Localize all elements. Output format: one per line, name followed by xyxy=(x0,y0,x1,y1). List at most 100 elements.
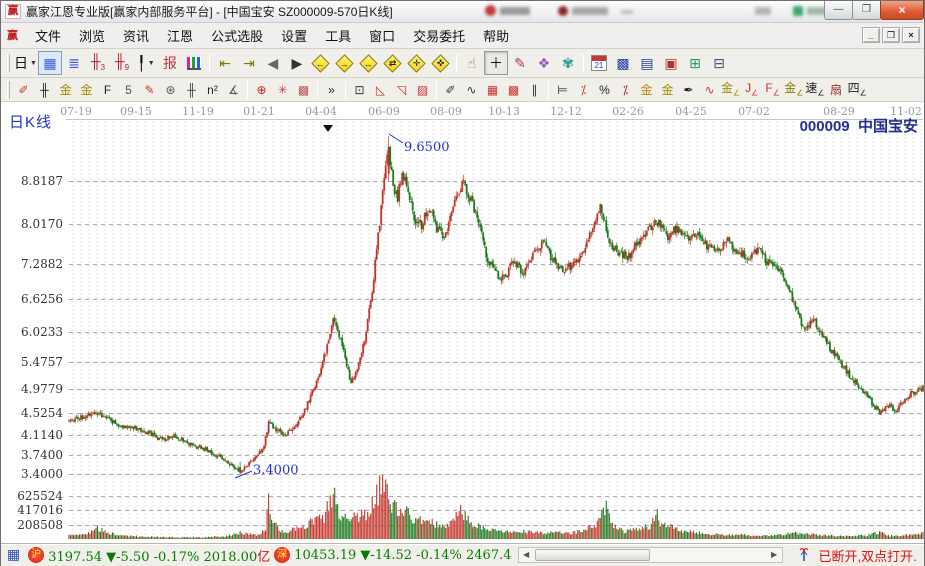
pencil-angle-button[interactable]: ✐ xyxy=(440,80,461,100)
antenna-connection-icon[interactable] xyxy=(797,546,811,565)
go-last-button[interactable]: ⇥ xyxy=(237,51,261,75)
gann-box-fan-button[interactable]: ◹ xyxy=(391,80,412,100)
gold-grid-b-button[interactable]: 金 xyxy=(76,80,97,100)
menu-item-2[interactable]: 资讯 xyxy=(114,23,158,48)
f-grid-button[interactable]: F xyxy=(97,80,118,100)
multi-window-button[interactable]: ⊞ xyxy=(683,51,707,75)
calculator-button[interactable]: ▩ xyxy=(611,51,635,75)
gann-shape-button[interactable]: ❖ xyxy=(532,51,556,75)
speed-angle-button[interactable]: 速∠ xyxy=(804,80,825,100)
gold-circle-button[interactable]: 金 xyxy=(636,80,657,100)
draw-line-button[interactable]: ✎ xyxy=(508,51,532,75)
target-circle-button[interactable]: ⊕ xyxy=(251,80,272,100)
quote-report-button[interactable]: 报 xyxy=(158,51,182,75)
scroll-right-arrow[interactable]: ▶ xyxy=(767,548,782,562)
gann-fan-button[interactable]: ◺ xyxy=(370,80,391,100)
menu-item-0[interactable]: 文件 xyxy=(26,23,70,48)
gann-grid-fan-button[interactable]: ▨ xyxy=(412,80,433,100)
mdi-minimize-button[interactable]: _ xyxy=(862,27,880,43)
save-screen-button[interactable]: ▣ xyxy=(659,51,683,75)
wave-line-button[interactable]: ∿ xyxy=(699,80,720,100)
candle-pen-button[interactable]: ✒ xyxy=(678,80,699,100)
angle-ruler-button[interactable]: ∡ xyxy=(223,80,244,100)
notes-list-button[interactable]: ▤ xyxy=(635,51,659,75)
maximize-button[interactable]: ❐ xyxy=(852,1,881,20)
kline-period-dropdown[interactable]: 日▼ xyxy=(13,51,38,75)
connection-status-text[interactable]: 已断开,双点打开. xyxy=(819,546,917,565)
hand-drag-button[interactable]: ☝ xyxy=(460,51,484,75)
title-bar[interactable]: 赢 赢家江恩专业版[赢家内部服务平台] - [中国宝安 SZ000009-570… xyxy=(1,1,924,23)
mdi-restore-button[interactable]: ❐ xyxy=(882,27,900,43)
scale-ruler-button[interactable]: ⊨ xyxy=(552,80,573,100)
plot-grid[interactable] xyxy=(69,120,923,541)
f10-info-button[interactable]: ≣ xyxy=(62,51,86,75)
red-grid-button[interactable]: ▦ xyxy=(482,80,503,100)
step-forward-button[interactable]: ▶ xyxy=(285,51,309,75)
zigzag-button[interactable]: ∿ xyxy=(461,80,482,100)
menu-item-9[interactable]: 帮助 xyxy=(474,23,518,48)
go-first-button[interactable]: ⇤ xyxy=(213,51,237,75)
scroll-left-arrow[interactable]: ◀ xyxy=(519,548,534,562)
menu-item-3[interactable]: 江恩 xyxy=(158,23,202,48)
menu-item-6[interactable]: 工具 xyxy=(316,23,360,48)
plain-grid-button[interactable]: ╫ xyxy=(181,80,202,100)
clear-drawing-button[interactable]: ✐ xyxy=(13,80,34,100)
minute-chart-9-button[interactable]: ╫9 xyxy=(110,51,134,75)
calendar-button[interactable]: 21 xyxy=(587,51,611,75)
gann-shift-left-button[interactable]: ← xyxy=(309,51,333,75)
dense-grid-button[interactable]: ▩ xyxy=(293,80,314,100)
n-square-grid-button[interactable]: n² xyxy=(202,80,223,100)
chart-screen-button[interactable]: ▦ xyxy=(38,51,62,75)
grid-lines-button[interactable]: ╫ xyxy=(34,80,55,100)
more-tools-chevron[interactable]: » xyxy=(321,80,342,100)
candle-style-dropdown[interactable]: ╿▼ xyxy=(134,51,158,75)
step-back-button[interactable]: ◀ xyxy=(261,51,285,75)
percent-wave-button[interactable]: ⁒ xyxy=(573,80,594,100)
shanghai-index-icon[interactable]: 沪 xyxy=(28,547,44,563)
mdi-close-button[interactable]: × xyxy=(902,27,920,43)
volume-color-chart-button[interactable] xyxy=(182,51,206,75)
toolbar-grip[interactable] xyxy=(7,81,10,99)
five-grid-button[interactable]: 5 xyxy=(118,80,139,100)
menu-item-5[interactable]: 设置 xyxy=(272,23,316,48)
workstation-button[interactable]: ⊟ xyxy=(707,51,731,75)
menu-item-1[interactable]: 浏览 xyxy=(70,23,114,48)
crosshair-button[interactable]: ＋ xyxy=(484,51,508,75)
menu-item-7[interactable]: 窗口 xyxy=(360,23,404,48)
parallel-lines-button[interactable]: ∥ xyxy=(524,80,545,100)
gold-angle-2-button[interactable]: 金∠ xyxy=(783,80,804,100)
gann-center-button[interactable]: ✜ xyxy=(429,51,453,75)
scrollbar-thumb[interactable] xyxy=(535,549,650,561)
gold-line-button[interactable]: 金 xyxy=(657,80,678,100)
shenzhen-index-icon[interactable]: 深 xyxy=(274,547,290,563)
menu-item-8[interactable]: 交易委托 xyxy=(404,23,474,48)
j-angle-button[interactable]: J∠ xyxy=(741,80,762,100)
stock-identifier: 000009 中国宝安 xyxy=(800,115,918,136)
percent-line-button[interactable]: ⁒ xyxy=(615,80,636,100)
fan-tool-button[interactable]: 扇 xyxy=(826,80,847,100)
gold-grid-a-button[interactable]: 金 xyxy=(55,80,76,100)
menu-item-4[interactable]: 公式选股 xyxy=(202,23,272,48)
wave-analysis-button[interactable]: ✾ xyxy=(556,51,580,75)
minute-chart-3-button[interactable]: ╫3 xyxy=(86,51,110,75)
gann-compress-button[interactable]: ⇄ xyxy=(381,51,405,75)
quote-table-icon[interactable]: ▦ xyxy=(7,547,20,563)
red-grid-2-button[interactable]: ▩ xyxy=(503,80,524,100)
four-angle-button[interactable]: 四∠ xyxy=(847,80,868,100)
chart-area[interactable]: 07-1909-1511-1901-2104-0406-0908-0910-13… xyxy=(1,102,924,543)
f-angle-button[interactable]: F∠ xyxy=(762,80,783,100)
close-button[interactable]: × xyxy=(880,1,924,20)
gann-expand-button[interactable]: ↔ xyxy=(357,51,381,75)
gann-circle-button[interactable]: ⊛ xyxy=(160,80,181,100)
minute-chart-3-icon: ╫3 xyxy=(91,54,105,72)
toolbar-grip[interactable] xyxy=(7,54,10,72)
gann-move-button[interactable]: ✛ xyxy=(405,51,429,75)
horizontal-scrollbar[interactable]: ◀ ▶ xyxy=(518,547,783,563)
gann-shift-right-button[interactable]: → xyxy=(333,51,357,75)
starburst-button[interactable]: ✳ xyxy=(272,80,293,100)
corner-box-button[interactable]: ⊡ xyxy=(349,80,370,100)
gold-angle-button[interactable]: 金∠ xyxy=(720,80,741,100)
minimize-button[interactable]: — xyxy=(824,1,853,20)
pen-grid-button[interactable]: ✎ xyxy=(139,80,160,100)
percent-button[interactable]: % xyxy=(594,80,615,100)
